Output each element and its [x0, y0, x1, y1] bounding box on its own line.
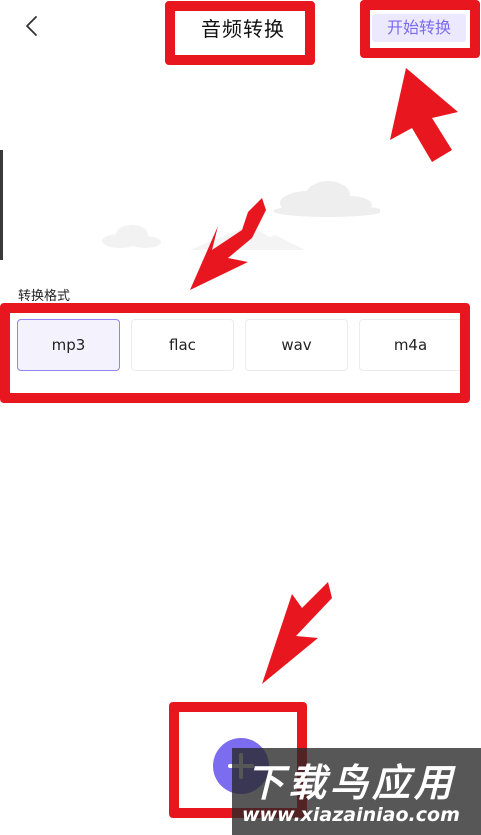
back-button[interactable] — [18, 12, 46, 40]
page-title: 音频转换 — [201, 17, 285, 41]
audio-convert-screen: 音频转换 开始转换 转换格式 mp3 flac wav m4a 下载鸟应用 ww… — [0, 0, 481, 835]
chevron-left-icon — [26, 16, 37, 36]
annotation-arrow-start — [390, 68, 458, 162]
format-option-m4a[interactable]: m4a — [359, 319, 462, 371]
edge-strip — [0, 150, 3, 260]
format-option-flac[interactable]: flac — [131, 319, 234, 371]
watermark-url: www.xiazainiao.com — [242, 804, 460, 826]
start-convert-button[interactable]: 开始转换 — [372, 14, 466, 42]
watermark-main: 下载鸟应用 — [246, 761, 457, 805]
format-label: 转换格式 — [18, 289, 71, 304]
watermark: 下载鸟应用 www.xiazainiao.com — [232, 748, 481, 835]
format-option-mp3[interactable]: mp3 — [17, 319, 120, 371]
format-option-wav[interactable]: wav — [245, 319, 348, 371]
annotation-arrow-add — [262, 582, 332, 684]
cloud-illustration — [102, 181, 380, 250]
format-options: mp3 flac wav m4a — [17, 319, 467, 373]
